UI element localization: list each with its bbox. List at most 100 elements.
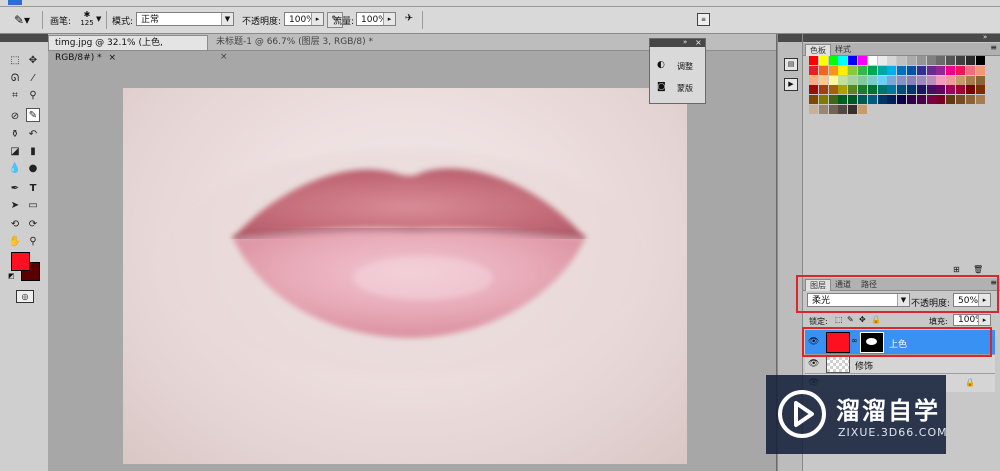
color-swatch[interactable]: [877, 95, 887, 105]
color-swatch[interactable]: [897, 95, 907, 105]
color-swatch[interactable]: [828, 105, 838, 114]
color-swatch[interactable]: [848, 85, 858, 95]
color-swatch[interactable]: [838, 95, 848, 105]
color-swatch[interactable]: [877, 65, 887, 75]
color-swatch[interactable]: [809, 105, 818, 114]
color-swatch[interactable]: [818, 95, 828, 105]
color-swatch[interactable]: [887, 95, 897, 105]
magic-wand-tool-icon[interactable]: ⁄: [26, 72, 40, 86]
color-swatch[interactable]: [897, 56, 907, 65]
quick-mask-icon[interactable]: ◎: [16, 290, 34, 303]
color-swatch[interactable]: [926, 85, 936, 95]
type-tool-icon[interactable]: T: [26, 182, 40, 196]
color-swatch[interactable]: [907, 56, 916, 65]
default-colors-icon[interactable]: ◩: [8, 272, 15, 280]
color-swatch[interactable]: [946, 56, 956, 65]
tab-styles[interactable]: 样式: [831, 44, 855, 55]
color-swatch[interactable]: [848, 75, 858, 85]
eye-icon[interactable]: 👁: [808, 359, 820, 369]
color-swatch[interactable]: [946, 65, 956, 75]
close-icon[interactable]: ×: [108, 53, 116, 63]
close-icon[interactable]: ×: [220, 52, 228, 62]
color-swatch[interactable]: [838, 56, 848, 65]
color-swatch[interactable]: [956, 56, 965, 65]
color-swatch[interactable]: [965, 85, 975, 95]
color-swatch[interactable]: [975, 65, 985, 75]
color-swatch[interactable]: [965, 95, 975, 105]
color-swatch[interactable]: [926, 95, 936, 105]
color-swatch[interactable]: [858, 75, 867, 85]
color-swatch[interactable]: [897, 85, 907, 95]
color-swatch[interactable]: [867, 95, 877, 105]
color-swatch[interactable]: [858, 56, 867, 65]
color-swatch[interactable]: [887, 56, 897, 65]
color-swatch[interactable]: [907, 65, 916, 75]
new-swatch-icon[interactable]: ⊞: [953, 265, 960, 274]
path-selection-tool-icon[interactable]: ➤: [8, 199, 22, 213]
color-swatch[interactable]: [838, 65, 848, 75]
pen-tool-icon[interactable]: ✒: [8, 182, 22, 196]
color-swatch[interactable]: [975, 85, 985, 95]
actions-panel-icon[interactable]: ▶: [784, 78, 798, 91]
marquee-tool-icon[interactable]: ⬚: [8, 54, 22, 68]
color-swatch[interactable]: [828, 75, 838, 85]
color-swatch[interactable]: [858, 85, 867, 95]
color-swatch[interactable]: [809, 95, 818, 105]
move-tool-icon[interactable]: ✥: [26, 54, 40, 68]
lasso-tool-icon[interactable]: ᘏ: [8, 72, 22, 86]
masks-item[interactable]: ◙ 蒙版: [655, 81, 703, 95]
color-swatch[interactable]: [946, 75, 956, 85]
color-swatch[interactable]: [828, 65, 838, 75]
color-swatch[interactable]: [956, 85, 965, 95]
color-swatch[interactable]: [887, 75, 897, 85]
opacity-field[interactable]: 100% ▸: [284, 12, 324, 26]
mode-select[interactable]: 正常 ▼: [136, 12, 234, 26]
color-swatch[interactable]: [926, 56, 936, 65]
tab-swatches[interactable]: 色板: [805, 44, 831, 56]
color-swatch[interactable]: [867, 75, 877, 85]
color-swatch[interactable]: [858, 95, 867, 105]
color-swatch[interactable]: [809, 56, 818, 65]
eyedropper-tool-icon[interactable]: ⚲: [26, 89, 40, 103]
crop-tool-icon[interactable]: ⌗: [8, 89, 22, 103]
color-swatch[interactable]: [916, 65, 926, 75]
adjustments-item[interactable]: ◐ 调整: [655, 59, 703, 73]
blur-tool-icon[interactable]: 💧: [8, 162, 22, 176]
color-swatch[interactable]: [877, 56, 887, 65]
color-swatch[interactable]: [828, 85, 838, 95]
color-swatch[interactable]: [916, 95, 926, 105]
brush-size-dropdown-icon[interactable]: ▼: [96, 15, 101, 23]
color-swatch[interactable]: [936, 75, 946, 85]
lock-all-icon[interactable]: 🔒: [871, 315, 881, 324]
color-swatch[interactable]: [936, 85, 946, 95]
color-swatch[interactable]: [926, 65, 936, 75]
color-swatch[interactable]: [858, 105, 867, 114]
color-swatch[interactable]: [965, 75, 975, 85]
color-swatch[interactable]: [956, 95, 965, 105]
color-swatch[interactable]: [975, 95, 985, 105]
layer-row[interactable]: 👁 修饰: [805, 355, 995, 374]
eraser-tool-icon[interactable]: ◪: [8, 145, 22, 159]
color-swatch[interactable]: [907, 75, 916, 85]
color-swatch[interactable]: [848, 105, 858, 114]
3d-rotate-tool-icon[interactable]: ⟲: [8, 218, 22, 232]
color-swatch[interactable]: [838, 105, 848, 114]
color-swatch[interactable]: [946, 95, 956, 105]
color-swatch[interactable]: [897, 75, 907, 85]
brush-tool-icon[interactable]: ✎: [26, 108, 40, 122]
color-swatch[interactable]: [916, 75, 926, 85]
color-swatch[interactable]: [867, 65, 877, 75]
collapse-icon[interactable]: »: [683, 38, 687, 46]
color-swatch[interactable]: [956, 75, 965, 85]
color-swatch[interactable]: [936, 65, 946, 75]
color-swatch[interactable]: [936, 56, 946, 65]
panel-menu-icon[interactable]: ≡: [990, 43, 997, 52]
color-swatch[interactable]: [877, 85, 887, 95]
flow-field[interactable]: 100% ▸: [356, 12, 396, 26]
color-swatch[interactable]: [965, 56, 975, 65]
color-swatch[interactable]: [848, 65, 858, 75]
zoom-tool-icon[interactable]: ⚲: [26, 235, 40, 249]
gradient-tool-icon[interactable]: ▮: [26, 145, 40, 159]
color-swatch[interactable]: [877, 75, 887, 85]
color-swatch[interactable]: [818, 75, 828, 85]
